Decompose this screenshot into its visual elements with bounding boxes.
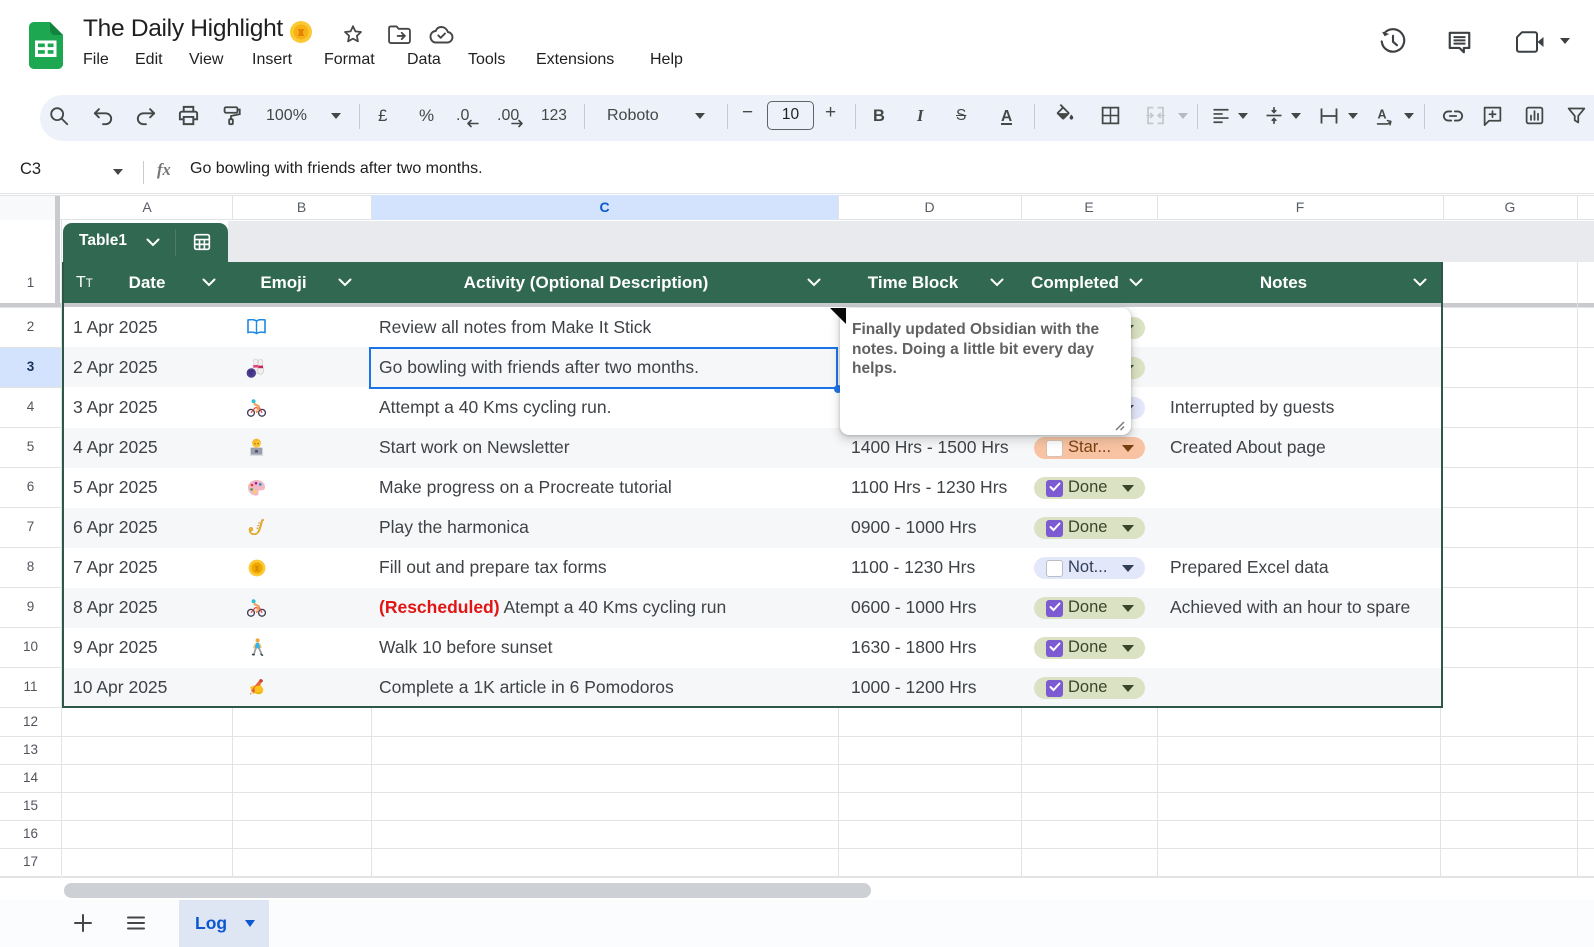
svg-text:A: A <box>1378 108 1387 122</box>
